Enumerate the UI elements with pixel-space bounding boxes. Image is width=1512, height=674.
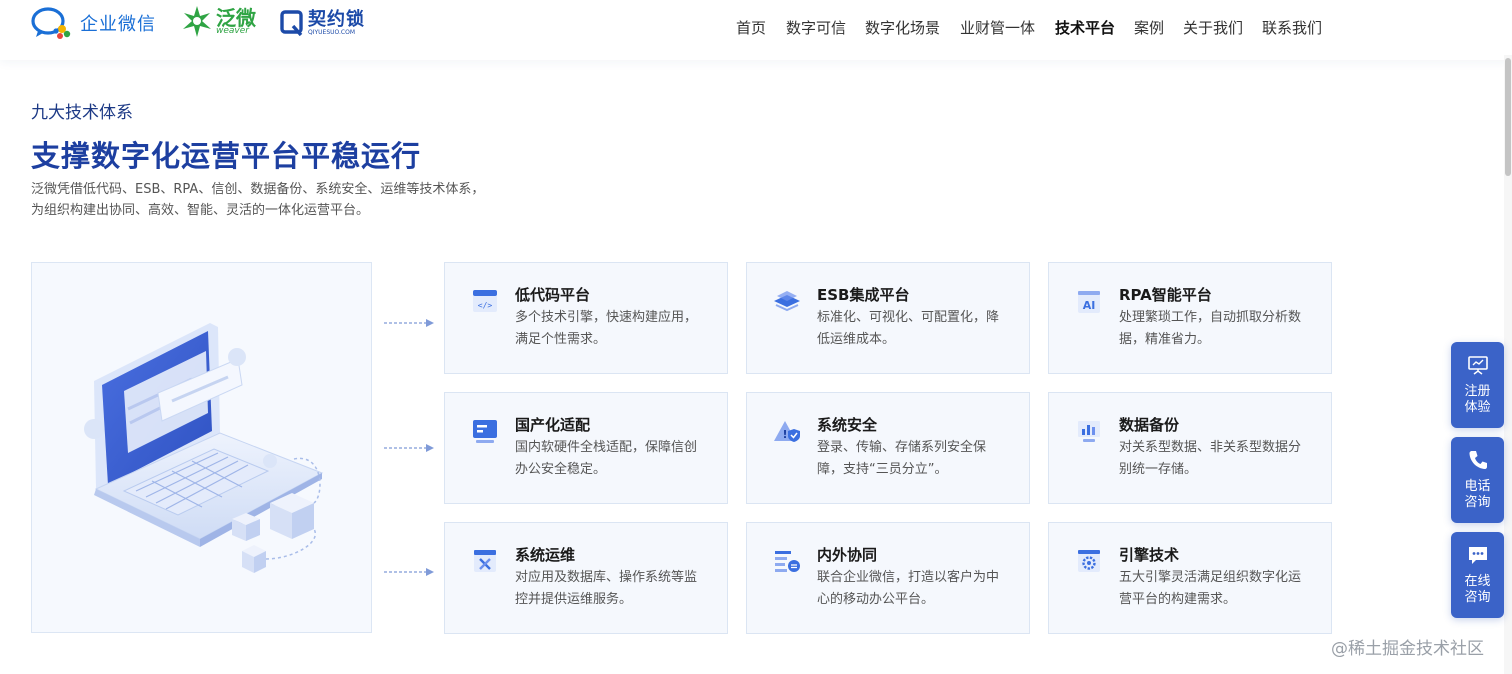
card-description: 对应用及数据库、操作系统等监控并提供运维服务。: [515, 570, 698, 607]
arrow-right-icon: [384, 319, 434, 327]
online-consult-button[interactable]: 在线 咨询: [1451, 532, 1504, 618]
section-eyebrow: 九大技术体系: [31, 103, 133, 123]
qiyuesuo-logo-text: 契约锁: [308, 8, 365, 30]
float-label-line: 咨询: [1464, 590, 1491, 605]
nav-cases[interactable]: 案例: [1134, 17, 1164, 38]
nav-business-finance[interactable]: 业财管一体: [960, 17, 1035, 38]
collab-list-icon: [775, 551, 800, 572]
float-label: 注册 体验: [1451, 384, 1504, 416]
section-headline: 支撑数字化运营平台平稳运行: [31, 139, 422, 173]
description-line: 泛微凭借低代码、ESB、RPA、信创、数据备份、系统安全、运维等技术体系，: [31, 182, 485, 197]
card-title: 系统安全: [817, 416, 878, 434]
float-label-line: 体验: [1464, 400, 1491, 415]
qiyuesuo-logo-sub: QIYUESUO.COM: [308, 28, 356, 36]
wecom-logo[interactable]: 企业微信: [30, 4, 156, 42]
bar-chart-icon: [1078, 421, 1100, 442]
description-line: 为组织构建出协同、高效、智能、灵活的一体化运营平台。: [31, 203, 370, 218]
svg-text:</>: </>: [478, 301, 493, 310]
card-title: 系统运维: [515, 546, 576, 564]
qiyuesuo-logo-icon: [280, 10, 303, 36]
scrollbar-thumb[interactable]: [1505, 58, 1511, 176]
card-title: 低代码平台: [515, 286, 591, 304]
float-label-line: 在线: [1464, 574, 1491, 589]
register-trial-button[interactable]: 注册 体验: [1451, 342, 1504, 428]
float-label: 电话 咨询: [1451, 479, 1504, 511]
card-description: 对关系型数据、非关系型数据分别统一存储。: [1119, 440, 1302, 477]
arrow-right-icon: [384, 568, 434, 576]
localization-icon: [473, 420, 497, 443]
phone-consult-button[interactable]: 电话 咨询: [1451, 437, 1504, 523]
card-title: RPA智能平台: [1119, 286, 1212, 304]
ai-chip-icon: AI: [1078, 291, 1100, 313]
nav-digital-trust[interactable]: 数字可信: [786, 17, 846, 38]
nav-tech-platform[interactable]: 技术平台: [1055, 17, 1115, 38]
qiyuesuo-logo[interactable]: 契约锁 QIYUESUO.COM: [280, 4, 365, 42]
presentation-icon: [1468, 356, 1488, 375]
phone-icon: [1469, 451, 1487, 469]
card-rpa[interactable]: AI RPA智能平台 处理繁琐工作，自动抓取分析数据，精准省力。: [1048, 262, 1332, 374]
weaver-logo-text: 泛微: [216, 6, 256, 30]
arrow-right-icon: [384, 444, 434, 452]
card-title: 国产化适配: [515, 416, 591, 434]
layers-icon: [774, 291, 800, 312]
nav-about[interactable]: 关于我们: [1183, 17, 1243, 38]
card-description: 登录、传输、存储系列安全保障，支持“三员分立”。: [817, 440, 987, 477]
float-label-line: 咨询: [1464, 495, 1491, 510]
svg-text:AI: AI: [1083, 299, 1096, 312]
card-description: 标准化、可视化、可配置化，降低运维成本。: [817, 310, 1000, 347]
card-localization[interactable]: 国产化适配 国内软硬件全栈适配，保障信创办公安全稳定。: [444, 392, 728, 504]
card-backup[interactable]: 数据备份 对关系型数据、非关系型数据分别统一存储。: [1048, 392, 1332, 504]
chat-icon: [1469, 547, 1487, 564]
card-low-code[interactable]: </> 低代码平台 多个技术引擎，快速构建应用，满足个性需求。: [444, 262, 728, 374]
card-description: 联合企业微信，打造以客户为中心的移动办公平台。: [817, 570, 1000, 607]
top-header: 企业微信 泛微 weaver 契约锁 QIYUESUO.COM 首页 数字可信 …: [0, 0, 1512, 60]
card-description: 五大引擎灵活满足组织数字化运营平台的构建需求。: [1119, 570, 1302, 607]
engine-gear-icon: [1078, 550, 1100, 572]
weaver-logo[interactable]: 泛微 weaver: [180, 2, 256, 42]
card-engine[interactable]: 引擎技术 五大引擎灵活满足组织数字化运营平台的构建需求。: [1048, 522, 1332, 634]
watermark: @稀土掘金技术社区: [1331, 639, 1484, 659]
card-collaboration[interactable]: 内外协同 联合企业微信，打造以客户为中心的移动办公平台。: [746, 522, 1030, 634]
card-esb[interactable]: ESB集成平台 标准化、可视化、可配置化，降低运维成本。: [746, 262, 1030, 374]
card-title: 内外协同: [817, 546, 878, 564]
nav-home[interactable]: 首页: [736, 17, 766, 38]
code-window-icon: </>: [473, 290, 497, 312]
float-label: 在线 咨询: [1451, 574, 1504, 606]
tools-icon: [474, 550, 496, 572]
card-description: 处理繁琐工作，自动抓取分析数据，精准省力。: [1119, 310, 1302, 347]
weaver-logo-icon: [183, 6, 211, 37]
float-label-line: 电话: [1464, 479, 1491, 494]
wecom-logo-icon: [31, 7, 71, 39]
laptop-illustration-image: [84, 323, 324, 573]
card-security[interactable]: ! 系统安全 登录、传输、存储系列安全保障，支持“三员分立”。: [746, 392, 1030, 504]
laptop-illustration: [31, 262, 372, 633]
card-title: 数据备份: [1119, 416, 1180, 434]
wecom-logo-text: 企业微信: [80, 14, 156, 35]
nav-digital-scenarios[interactable]: 数字化场景: [865, 17, 940, 38]
card-title: ESB集成平台: [817, 286, 910, 304]
section-description: 泛微凭借低代码、ESB、RPA、信创、数据备份、系统安全、运维等技术体系， 为组…: [31, 179, 484, 221]
svg-text:!: !: [782, 428, 787, 441]
nav-contact[interactable]: 联系我们: [1262, 17, 1322, 38]
float-label-line: 注册: [1464, 384, 1491, 399]
card-description: 多个技术引擎，快速构建应用，满足个性需求。: [515, 310, 698, 347]
card-title: 引擎技术: [1119, 546, 1180, 564]
shield-alert-icon: !: [774, 421, 800, 442]
card-ops[interactable]: 系统运维 对应用及数据库、操作系统等监控并提供运维服务。: [444, 522, 728, 634]
card-description: 国内软硬件全栈适配，保障信创办公安全稳定。: [515, 440, 698, 477]
